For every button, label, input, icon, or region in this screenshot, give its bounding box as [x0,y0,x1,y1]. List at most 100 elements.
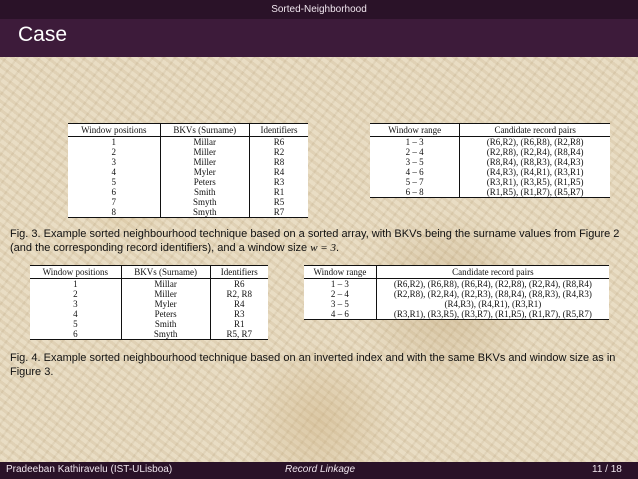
footer-page: 11 / 18 [592,464,622,475]
column-header: Window range [304,265,377,279]
table-row: 2 – 4 (R2,R8), (R2,R4), (R2,R3), (R8,R4),… [304,289,609,299]
footer-bar: Pradeeban Kathiravelu (IST-ULisboa) Reco… [0,462,638,479]
table-row: 6 – 8 (R1,R5), (R1,R7), (R5,R7) [370,187,610,198]
table-row: 8 Smyth R7 [68,207,308,218]
table-cell: Peters [160,177,251,187]
table-cell: R3 [233,309,245,319]
table-cell: 6 – 8 [370,187,461,198]
caption-math: w = 3 [310,242,336,254]
table-cell: Miller [160,157,251,167]
footer-author: Pradeeban Kathiravelu (IST-ULisboa) [6,464,173,475]
frame-title-bar: Case [0,19,638,57]
table-cell: (R1,R5), (R1,R7), (R5,R7) [459,187,610,198]
table-cell: Smyth [160,197,251,207]
table-cell: 5 – 7 [370,177,461,187]
table-cell: Myler [121,299,211,309]
table-cell: Smyth [160,207,251,218]
fig3-caption: Fig. 3. Example sorted neighbourhood tec… [10,227,630,255]
table-cell: R4 [273,167,285,177]
table-cell: R6 [233,279,245,289]
slide-content: Window positions BKVs (Surname) Identifi… [0,57,638,462]
table-cell: Millar [160,136,251,147]
table-cell: 3 – 5 [370,157,461,167]
table-cell: Peters [121,309,211,319]
table-cell: Miller [160,147,251,157]
table-row: 5 Smith R1 [30,319,268,329]
table-cell: Miller [121,289,211,299]
table-cell: R4 [233,299,245,309]
fig4-positions-table: Window positions BKVs (Surname) Identifi… [30,265,268,340]
column-header: Identifiers [249,123,308,137]
table-cell: Smyth [121,329,211,340]
table-cell: R7 [249,207,308,218]
table-cell: Millar [121,278,211,289]
table-row: 4 Myler R4 [68,167,308,177]
column-header: Window range [370,123,461,137]
table-cell: R3 [273,177,285,187]
table-cell: 5 [68,177,161,187]
table-cell: R8 [273,157,285,167]
table-cell: (R3,R1), (R3,R5), (R1,R5) [486,177,584,187]
table-row: 5 Peters R3 [68,177,308,187]
table-row: 6 Smith R1 [68,187,308,197]
table-cell: (R6,R2), (R6,R8), (R2,R8) [486,137,584,147]
table-cell: 8 [68,207,161,218]
table-body: 1 Millar R6 2 Miller R2 3 Miller R8 4 Myler R4 5 Pete… [68,136,308,218]
frame-title: Case [18,23,68,46]
table-row: 1 Millar R6 [30,278,268,289]
table-cell: Smith [160,187,251,197]
section-header: Sorted-Neighborhood [0,0,638,19]
table-row: 6 Smyth R5, R7 [30,329,268,340]
table-cell: 4 – 6 [370,167,461,177]
table-row: 1 – 3 (R6,R2), (R6,R8), (R2,R8) [370,136,610,147]
table-row: 3 – 5 (R4,R3), (R4,R1), (R3,R1) [304,299,609,309]
column-header: BKVs (Surname) [160,123,251,137]
table-row: 4 Peters R3 [30,309,268,319]
table-cell: 4 [30,309,122,319]
table-cell: R6 [273,137,285,147]
table-cell: (R6,R2), (R6,R8), (R6,R4), (R2,R8), (R2,… [393,279,592,289]
fig3-candidates-table: Window range Candidate record pairs 1 – … [370,123,610,198]
column-header: Window positions [30,265,122,279]
table-cell: Myler [160,167,251,177]
table-cell: 1 – 3 [370,136,461,147]
table-row: 1 – 3 (R6,R2), (R6,R8), (R6,R4), (R2,R8),… [304,278,609,289]
table-cell: 1 – 3 [304,278,377,289]
table-row: 4 – 6 (R3,R1), (R3,R5), (R3,R7), (R1,R5),… [304,309,609,320]
table-row: 3 Miller R8 [68,157,308,167]
table-body: 1 Millar R6 2 Miller R2, R8 3 Myler R4 4 Peters R3 5… [30,278,268,340]
table-cell: 6 [30,329,122,340]
section-title: Sorted-Neighborhood [271,4,367,15]
table-row: 2 Miller R2, R8 [30,289,268,299]
table-cell: 3 – 5 [304,299,377,309]
table-cell: R1 [233,319,245,329]
table-cell: 7 [68,197,161,207]
table-cell: R1 [273,187,285,197]
table-cell: 2 [68,147,161,157]
table-cell: 6 [68,187,161,197]
table-cell: 2 – 4 [370,147,461,157]
table-cell: R2 [273,147,285,157]
column-header: Candidate record pairs [459,123,610,137]
column-header: Window positions [68,123,161,137]
table-cell: 4 [68,167,161,177]
table-row: 1 Millar R6 [68,136,308,147]
fig4-candidates-table: Window range Candidate record pairs 1 – … [304,265,609,320]
fig4-caption: Fig. 4. Example sorted neighbourhood tec… [10,352,616,378]
table-cell: R5 [273,197,285,207]
table-cell: 4 – 6 [304,309,377,320]
table-cell: 3 [68,157,161,167]
table-body: 1 – 3 (R6,R2), (R6,R8), (R2,R8) 2 – 4 (R2,R… [370,136,610,198]
table-cell: 1 [68,136,161,147]
table-row: 2 Miller R2 [68,147,308,157]
table-cell: 5 [30,319,122,329]
table-cell: 2 [30,289,122,299]
table-cell: (R3,R1), (R3,R5), (R3,R7), (R1,R5), (R1,… [376,309,609,320]
table-cell: R5, R7 [210,329,268,340]
table-row: 2 – 4 (R2,R8), (R2,R4), (R8,R4) [370,147,610,157]
table-row: 3 – 5 (R8,R4), (R8,R3), (R4,R3) [370,157,610,167]
caption-end: . [335,242,340,254]
table-cell: R2, R8 [226,289,252,299]
table-cell: 1 [30,278,122,289]
table-body: 1 – 3 (R6,R2), (R6,R8), (R6,R4), (R2,R8),… [304,278,609,320]
